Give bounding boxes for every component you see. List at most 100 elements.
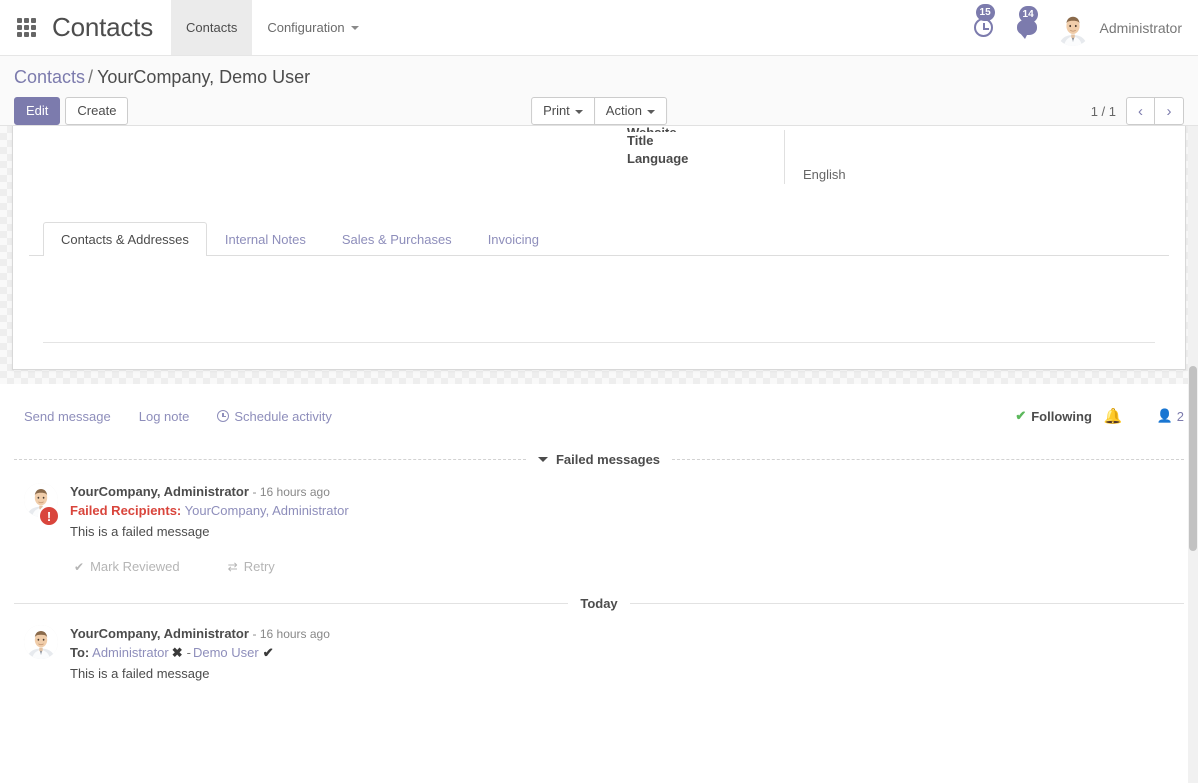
field-value-website[interactable]	[803, 130, 1169, 148]
navbar-menu-list: Contacts Configuration	[171, 0, 374, 55]
triangle-down-icon	[538, 457, 548, 462]
mark-reviewed-label: Mark Reviewed	[90, 559, 180, 574]
menu-item-configuration[interactable]: Configuration	[252, 0, 373, 55]
send-message-button[interactable]: Send message	[24, 409, 111, 424]
control-panel-actions: Edit Create Print Action 1 / 1 ‹ ›	[14, 96, 1184, 126]
recipient-administrator[interactable]: Administrator	[92, 645, 169, 660]
failed-recipients-label: Failed Recipients:	[70, 503, 181, 518]
message-date: - 16 hours ago	[253, 627, 330, 641]
menu-item-configuration-label: Configuration	[267, 20, 344, 35]
message-body: YourCompany, Administrator - 16 hours ag…	[70, 483, 1184, 574]
control-panel: Contacts/YourCompany, Demo User Edit Cre…	[0, 56, 1198, 126]
activities-menu-button[interactable]: 15	[974, 18, 993, 37]
tab-contacts-addresses[interactable]: Contacts & Addresses	[43, 222, 207, 256]
avatar	[24, 625, 58, 659]
failed-messages-separator: Failed messages	[14, 452, 1184, 467]
following-toggle[interactable]: ✔ Following	[1015, 408, 1092, 424]
chevron-left-icon: ‹	[1138, 103, 1143, 120]
message-recipients-row: Failed Recipients: YourCompany, Administ…	[70, 502, 1184, 519]
chatter-followers-area: ✔ Following 🔔 👤 2	[1015, 407, 1184, 425]
log-note-label: Log note	[139, 409, 190, 424]
chevron-down-icon	[351, 26, 359, 30]
top-navbar: Contacts Contacts Configuration 15 14	[0, 0, 1198, 56]
failed-recipients-value[interactable]: YourCompany, Administrator	[185, 503, 349, 518]
chatter-toolbar: Send message Log note Schedule activity …	[14, 384, 1184, 430]
tab-contacts-addresses-label: Contacts & Addresses	[61, 232, 189, 247]
today-label-wrapper: Today	[568, 596, 629, 611]
user-name-label[interactable]: Administrator	[1100, 20, 1182, 36]
clock-icon	[217, 410, 229, 422]
navbar-right-tools: 15 14	[962, 0, 1198, 55]
schedule-activity-button[interactable]: Schedule activity	[217, 409, 332, 424]
user-avatar[interactable]	[1055, 10, 1091, 46]
mark-reviewed-button[interactable]: ✔ Mark Reviewed	[74, 559, 180, 574]
separator-line-right	[672, 459, 1184, 460]
followers-count-button[interactable]: 👤 2	[1157, 408, 1184, 424]
action-label: Action	[606, 103, 642, 118]
message-author: YourCompany, Administrator	[70, 626, 249, 641]
pager-previous-button[interactable]: ‹	[1126, 97, 1155, 125]
field-value-language[interactable]: English	[803, 166, 1169, 184]
notebook-page-contacts-addresses	[29, 256, 1169, 342]
message-header: YourCompany, Administrator - 16 hours ag…	[70, 626, 1184, 641]
menu-item-contacts[interactable]: Contacts	[171, 0, 252, 55]
message-avatar-wrapper: !	[24, 483, 70, 574]
page-scrollbar-track[interactable]	[1188, 126, 1198, 783]
failed-messages-label: Failed messages	[556, 452, 660, 467]
bell-icon[interactable]: 🔔	[1104, 407, 1123, 425]
page-scrollbar-thumb[interactable]	[1189, 366, 1197, 551]
pager-next-button[interactable]: ›	[1155, 97, 1184, 125]
tab-invoicing[interactable]: Invoicing	[470, 222, 557, 256]
tab-internal-notes[interactable]: Internal Notes	[207, 222, 324, 256]
x-mark-icon: ✖	[172, 645, 183, 660]
separator-line-left	[14, 459, 526, 460]
message-avatar-wrapper	[24, 625, 70, 683]
recipient-demo-user[interactable]: Demo User	[193, 645, 259, 660]
pager-count: 1 / 1	[1091, 104, 1116, 119]
message-author: YourCompany, Administrator	[70, 484, 249, 499]
to-label: To:	[70, 645, 89, 660]
form-sheet: Website Title Language English Contacts …	[12, 126, 1186, 370]
check-mark-icon: ✔	[263, 645, 274, 660]
form-sheet-background: Website Title Language English Contacts …	[0, 126, 1198, 384]
avatar-photo-icon	[24, 625, 58, 659]
log-note-button[interactable]: Log note	[139, 409, 190, 424]
notebook-tabs: Contacts & Addresses Internal Notes Sale…	[29, 222, 1169, 256]
field-value-title[interactable]	[803, 148, 1169, 166]
chatter: Send message Log note Schedule activity …	[0, 384, 1198, 683]
breadcrumb-root-link[interactable]: Contacts	[14, 67, 85, 87]
separator-line-left	[14, 603, 568, 604]
today-separator: Today	[14, 596, 1184, 611]
tab-invoicing-label: Invoicing	[488, 232, 539, 247]
form-field-labels: Website Title Language	[599, 130, 784, 184]
person-icon: 👤	[1157, 408, 1173, 424]
retry-button[interactable]: ⇄ Retry	[228, 559, 275, 574]
create-button[interactable]: Create	[65, 97, 128, 125]
edit-button[interactable]: Edit	[14, 97, 60, 125]
print-dropdown-button[interactable]: Print	[531, 97, 595, 125]
message-item-today: YourCompany, Administrator - 16 hours ag…	[14, 611, 1184, 683]
tab-internal-notes-label: Internal Notes	[225, 232, 306, 247]
message-actions: ✔ Mark Reviewed ⇄ Retry	[70, 559, 1184, 574]
today-label: Today	[580, 596, 617, 611]
field-label-language: Language	[627, 150, 784, 168]
recipient-separator: -	[187, 645, 191, 660]
chevron-right-icon: ›	[1167, 103, 1172, 120]
menu-item-contacts-label: Contacts	[186, 20, 237, 35]
breadcrumb: Contacts/YourCompany, Demo User	[14, 65, 1184, 89]
failed-messages-toggle[interactable]: Failed messages	[526, 452, 672, 467]
check-icon: ✔	[74, 560, 84, 574]
chevron-down-icon	[647, 110, 655, 114]
apps-menu-button[interactable]	[0, 0, 52, 55]
breadcrumb-current: YourCompany, Demo User	[97, 67, 310, 87]
message-item-failed: ! YourCompany, Administrator - 16 hours …	[14, 467, 1184, 574]
form-left-column	[29, 126, 599, 184]
tab-sales-purchases[interactable]: Sales & Purchases	[324, 222, 470, 256]
chevron-down-icon	[575, 110, 583, 114]
message-recipients-row: To: Administrator✖-Demo User ✔	[70, 644, 1184, 661]
action-dropdown-button[interactable]: Action	[594, 97, 667, 125]
print-label: Print	[543, 103, 570, 118]
print-action-group: Print Action	[531, 97, 667, 125]
messaging-menu-button[interactable]: 14	[1017, 20, 1037, 35]
send-message-label: Send message	[24, 409, 111, 424]
